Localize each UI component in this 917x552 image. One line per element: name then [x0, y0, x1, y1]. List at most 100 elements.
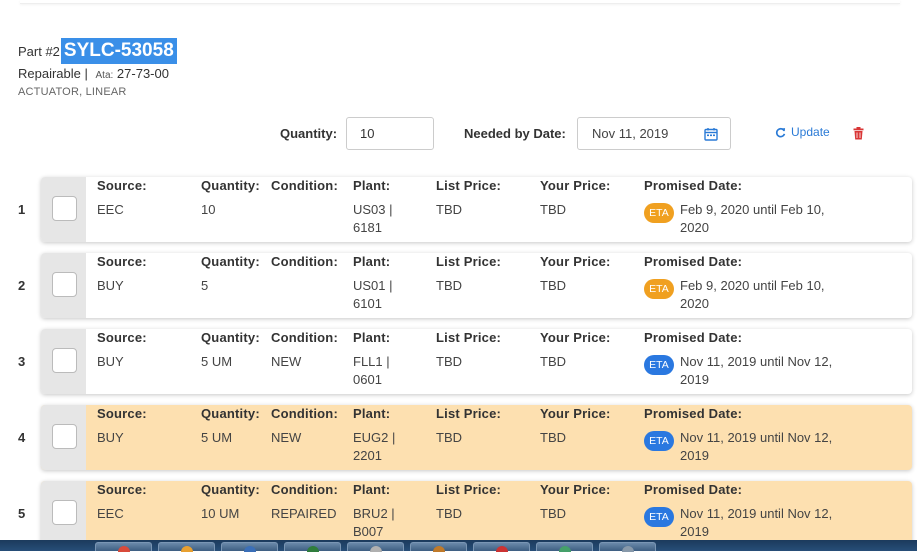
row-number: 2 [18, 278, 26, 293]
select-area [41, 253, 86, 318]
list-price-value: TBD [436, 430, 462, 445]
promised-date-value: ETA Feb 9, 2020 until Feb 10, 2020 [644, 277, 884, 313]
your-price-header: Your Price: [540, 482, 611, 497]
ata-value: 27-73-00 [116, 66, 169, 81]
calendar-icon[interactable] [704, 127, 718, 141]
source-option-card[interactable]: Source: EEC Quantity: 10 Condition: Plant: US0… [41, 177, 912, 242]
plant-header: Plant: [353, 406, 391, 421]
app-icon [559, 546, 571, 552]
column-promised: Promised Date: ETA Feb 9, 2020 until Feb 1… [644, 253, 884, 313]
select-area [41, 329, 86, 394]
eta-badge: ETA [644, 431, 674, 451]
order-controls: Quantity: 10 Needed by Date: Nov 11, 201… [0, 117, 917, 151]
part-number[interactable]: SYLC-53058 [60, 38, 177, 64]
app-icon [496, 546, 508, 552]
ata-label: Ata: [95, 70, 114, 81]
condition-value: NEW [271, 430, 302, 445]
column-condition: Condition: REPAIRED [271, 481, 351, 523]
taskbar-button[interactable] [95, 542, 152, 552]
promised-date-text: Nov 11, 2019 until Nov 12, 2019 [680, 430, 833, 463]
plant-value: BRU2 | B007 [353, 505, 433, 541]
select-checkbox[interactable] [52, 500, 77, 525]
row-number: 3 [18, 354, 26, 369]
taskbar-button[interactable] [410, 542, 467, 552]
condition-header: Condition: [271, 330, 338, 345]
plant-header: Plant: [353, 254, 391, 269]
column-your-price: Your Price: TBD [540, 329, 640, 371]
taskbar-button[interactable] [221, 542, 278, 552]
column-your-price: Your Price: TBD [540, 405, 640, 447]
app-icon [244, 546, 256, 552]
row-number: 5 [18, 506, 26, 521]
taskbar-button[interactable] [284, 542, 341, 552]
column-source: Source: BUY [97, 253, 197, 295]
taskbar-button[interactable] [158, 542, 215, 552]
source-header: Source: [97, 178, 147, 193]
plant-id: 6181 [353, 220, 382, 235]
select-checkbox[interactable] [52, 272, 77, 297]
quantity-input[interactable]: 10 [346, 117, 434, 150]
quantity-header: Quantity: [201, 330, 260, 345]
plant-header: Plant: [353, 482, 391, 497]
column-source: Source: BUY [97, 405, 197, 447]
source-option-row: 5 Source: EEC Quantity: 10 UM Condition: REPAI… [0, 481, 917, 546]
list-price-header: List Price: [436, 254, 502, 269]
column-promised: Promised Date: ETA Nov 11, 2019 until Nov … [644, 405, 884, 465]
column-promised: Promised Date: ETA Nov 11, 2019 until Nov … [644, 329, 884, 389]
column-list-price: List Price: TBD [436, 481, 536, 523]
select-checkbox[interactable] [52, 348, 77, 373]
select-checkbox[interactable] [52, 424, 77, 449]
source-option-card[interactable]: Source: BUY Quantity: 5 Condition: Plant: US01… [41, 253, 912, 318]
plant-header: Plant: [353, 178, 391, 193]
source-value: BUY [97, 430, 124, 445]
row-number: 4 [18, 430, 26, 445]
needed-by-date-value: Nov 11, 2019 [592, 126, 669, 141]
column-quantity: Quantity: 5 UM [201, 405, 271, 447]
excel-icon [370, 546, 382, 552]
refresh-icon [775, 127, 786, 137]
column-plant: Plant: FLL1 | 0601 [353, 329, 433, 389]
list-price-header: List Price: [436, 330, 502, 345]
your-price-header: Your Price: [540, 178, 611, 193]
source-value: EEC [97, 506, 124, 521]
plant-value: EUG2 | 2201 [353, 429, 433, 465]
column-source: Source: BUY [97, 329, 197, 371]
select-area [41, 177, 86, 242]
taskbar-button[interactable] [473, 542, 530, 552]
source-option-card[interactable]: Source: BUY Quantity: 5 UM Condition: NEW Plan… [41, 405, 912, 470]
taskbar-button[interactable] [536, 542, 593, 552]
list-price-header: List Price: [436, 482, 502, 497]
your-price-value: TBD [540, 506, 566, 521]
quantity-label: Quantity: [280, 126, 338, 141]
condition-header: Condition: [271, 254, 338, 269]
update-button[interactable]: Update [775, 125, 830, 139]
update-label: Update [791, 125, 830, 139]
source-option-row: 3 Source: BUY Quantity: 5 UM Condition: NEW Pla… [0, 329, 917, 394]
needed-by-date-input[interactable]: Nov 11, 2019 [577, 117, 731, 150]
promised-date-text: Nov 11, 2019 until Nov 12, 2019 [680, 354, 833, 387]
select-checkbox[interactable] [52, 196, 77, 221]
column-plant: Plant: BRU2 | B007 [353, 481, 433, 541]
outlook-icon [307, 546, 319, 552]
taskbar-button[interactable] [599, 542, 656, 552]
plant-id: B007 [353, 524, 384, 539]
source-option-card[interactable]: Source: EEC Quantity: 10 UM Condition: REPAIR… [41, 481, 912, 546]
source-option-row: 1 Source: EEC Quantity: 10 Condition: Plant: US… [0, 177, 917, 242]
quantity-value: 5 UM [201, 354, 233, 369]
promised-date-value: ETA Nov 11, 2019 until Nov 12, 2019 [644, 353, 884, 389]
taskbar-button[interactable] [347, 542, 404, 552]
part-header: Part #2 SYLC-53058 Repairable | Ata: 27-… [18, 38, 177, 98]
column-condition: Condition: NEW [271, 329, 351, 371]
list-price-value: TBD [436, 278, 462, 293]
row-number: 1 [18, 202, 26, 217]
column-quantity: Quantity: 5 [201, 253, 271, 295]
eta-badge: ETA [644, 203, 674, 223]
source-header: Source: [97, 330, 147, 345]
promised-date-text: Nov 11, 2019 until Nov 12, 2019 [680, 506, 833, 539]
repairable-line: Repairable | Ata: 27-73-00 [18, 66, 177, 81]
trash-icon[interactable] [853, 127, 864, 140]
source-option-card[interactable]: Source: BUY Quantity: 5 UM Condition: NEW Plan… [41, 329, 912, 394]
promised-date-text: Feb 9, 2020 until Feb 10, 2020 [680, 202, 825, 235]
source-value: EEC [97, 202, 124, 217]
eta-badge: ETA [644, 279, 674, 299]
